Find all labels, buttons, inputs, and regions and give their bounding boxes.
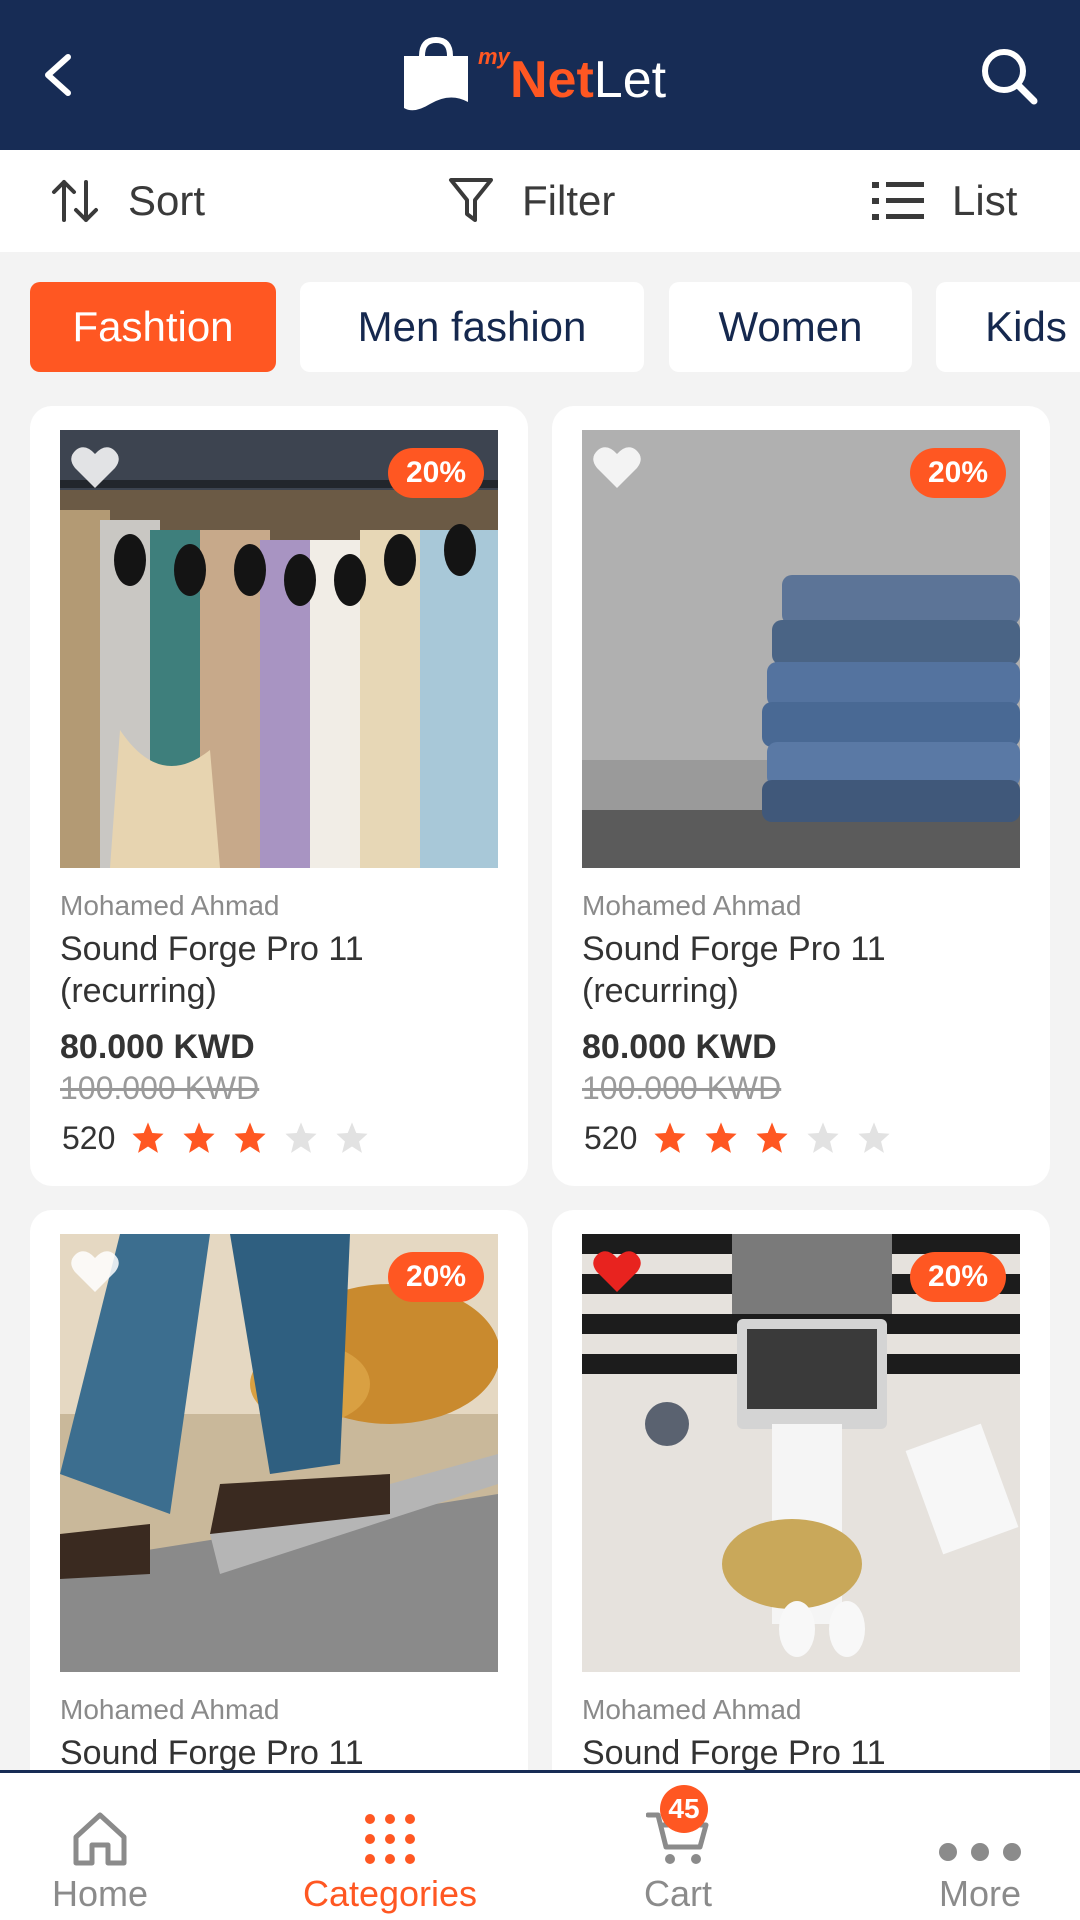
product-seller: Mohamed Ahmad (60, 890, 280, 921)
sort-arrows-icon (52, 180, 98, 222)
star-filled-icon (654, 1122, 686, 1153)
review-count: 520 (584, 1119, 638, 1156)
logo-my: my (478, 44, 510, 69)
star-filled-icon (234, 1122, 266, 1153)
product-title: Sound Forge Pro 11 (recurring) (60, 930, 364, 1010)
nav-home[interactable]: Home (30, 1773, 170, 1920)
nav-more-label: More (938, 1873, 1022, 1914)
discount-badge: 20% (387, 448, 484, 498)
product-price: 80.000 KWD (582, 1028, 777, 1066)
list-icon (872, 182, 924, 220)
product-seller: Mohamed Ahmad (60, 1694, 280, 1725)
logo-net: Net (510, 51, 594, 109)
discount-badge: 20% (909, 448, 1006, 498)
review-count: 520 (62, 1119, 116, 1156)
heart-icon (593, 447, 641, 488)
list-view-button[interactable]: List (872, 150, 1017, 252)
star-empty-icon (858, 1122, 890, 1153)
list-label: List (952, 177, 1018, 224)
heart-icon (71, 1251, 119, 1292)
grid-dots-icon (365, 1814, 415, 1864)
product-old-price: 100.000 KWD (582, 1070, 782, 1106)
product-rating: 520 (62, 1118, 386, 1158)
funnel-icon (449, 178, 493, 222)
product-image: 20% (582, 1234, 1020, 1672)
product-seller: Mohamed Ahmad (582, 890, 802, 921)
product-rating: 520 (584, 1118, 908, 1158)
discount-badge: 20% (909, 1252, 1006, 1302)
star-empty-icon (336, 1122, 368, 1153)
filter-label: Filter (522, 177, 616, 224)
product-image: 20% (60, 1234, 498, 1672)
shopping-bag-icon (404, 36, 468, 111)
star-empty-icon (807, 1122, 839, 1153)
sort-button[interactable]: Sort (50, 150, 205, 252)
nav-cart[interactable]: Cart 45 (618, 1773, 738, 1920)
nav-categories[interactable]: Categories (300, 1773, 480, 1920)
filter-button[interactable]: Filter (448, 150, 615, 252)
chevron-left-icon (45, 54, 71, 96)
search-button[interactable] (978, 45, 1040, 107)
product-card[interactable]: 20% Mohamed Ahmad Sound Forge Pro 11 (re… (30, 406, 528, 1186)
home-icon (73, 1812, 127, 1866)
category-chip-kids[interactable]: Kids (936, 282, 1080, 372)
product-image: 20% (60, 430, 498, 868)
bottom-navigation: Home Categories Cart 45 More (0, 1770, 1080, 1920)
logo-wordmark: NetLet (510, 50, 666, 110)
star-filled-icon (756, 1122, 788, 1153)
sort-label: Sort (128, 177, 206, 224)
category-chips: Fashtion Men fashion Women Kids (30, 282, 1080, 372)
product-old-price: 100.000 KWD (60, 1070, 260, 1106)
product-title: Sound Forge Pro 11 (60, 1734, 364, 1772)
star-empty-icon (285, 1122, 317, 1153)
star-filled-icon (183, 1122, 215, 1153)
category-chip-women[interactable]: Women (669, 282, 912, 372)
product-title: Sound Forge Pro 11 (recurring) (582, 930, 886, 1010)
more-dots-icon (939, 1843, 1021, 1861)
product-card[interactable]: 20% Mohamed Ahmad Sound Forge Pro 11 (re… (552, 406, 1050, 1186)
app-logo: my NetLet (400, 36, 700, 116)
product-seller: Mohamed Ahmad (582, 1694, 802, 1725)
app-header: my NetLet (0, 0, 1080, 150)
nav-home-label: Home (51, 1873, 149, 1914)
nav-categories-label: Categories (302, 1873, 478, 1914)
nav-more[interactable]: More (925, 1773, 1035, 1920)
star-filled-icon (132, 1122, 164, 1153)
discount-badge: 20% (387, 1252, 484, 1302)
nav-cart-label: Cart (643, 1873, 712, 1914)
logo-let: Let (593, 51, 667, 109)
product-image: 20% (582, 430, 1020, 868)
sort-filter-toolbar: Sort Filter List (0, 150, 1080, 252)
category-chip-fashion[interactable]: Fashtion (30, 282, 276, 372)
search-icon (982, 49, 1038, 105)
product-price: 80.000 KWD (60, 1028, 255, 1066)
star-filled-icon (705, 1122, 737, 1153)
category-chip-men-fashion[interactable]: Men fashion (300, 282, 644, 372)
back-button[interactable] (30, 45, 90, 105)
cart-count-badge: 45 (660, 1785, 708, 1833)
product-title: Sound Forge Pro 11 (582, 1734, 886, 1772)
heart-filled-icon (593, 1251, 641, 1292)
heart-icon (71, 447, 119, 488)
